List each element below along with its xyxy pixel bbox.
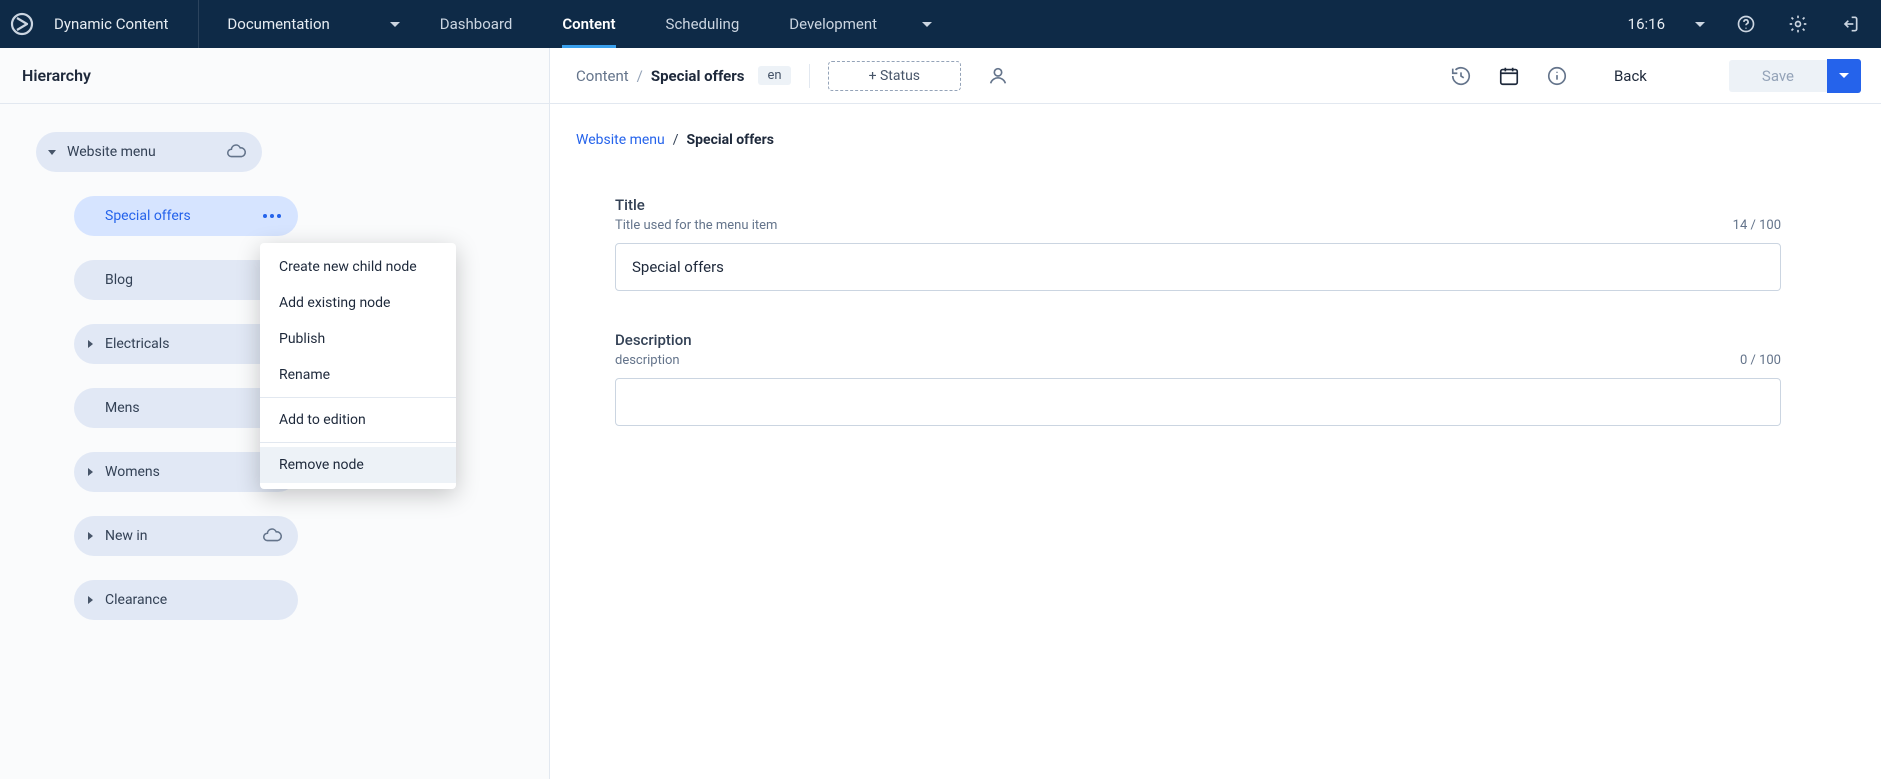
- content-breadcrumb: Website menu / Special offers: [550, 132, 1881, 148]
- content-breadcrumb-current: Special offers: [687, 132, 774, 148]
- form: Title Title used for the menu item 14 / …: [550, 148, 1881, 426]
- sidebar-header: Hierarchy: [0, 48, 549, 104]
- breadcrumb-current: Special offers: [651, 67, 745, 85]
- caret-right-icon[interactable]: [84, 530, 96, 542]
- caret-right-icon[interactable]: [84, 466, 96, 478]
- cloud-icon: [224, 140, 248, 164]
- assignee-icon[interactable]: [987, 65, 1009, 87]
- calendar-icon[interactable]: [1498, 65, 1520, 87]
- description-input[interactable]: [615, 378, 1781, 426]
- context-menu-item[interactable]: Create new child node: [260, 249, 456, 285]
- context-menu-item[interactable]: Publish: [260, 321, 456, 357]
- title-help-row: Title used for the menu item 14 / 100: [615, 218, 1781, 233]
- save-button-group: Save: [1729, 59, 1861, 93]
- node-menu-button[interactable]: [260, 204, 284, 228]
- chevron-down-icon: [390, 22, 400, 27]
- description-help: description: [615, 353, 680, 368]
- description-label: Description: [615, 331, 1781, 349]
- tree-node[interactable]: Clearance: [74, 580, 298, 620]
- context-menu-item[interactable]: Add existing node: [260, 285, 456, 321]
- tab-scheduling[interactable]: Scheduling: [666, 0, 740, 48]
- caret-spacer: [84, 274, 96, 286]
- documentation-label: Documentation: [227, 15, 329, 33]
- tab-dashboard[interactable]: Dashboard: [440, 0, 513, 48]
- description-count: 0 / 100: [1740, 353, 1781, 368]
- title-label: Title: [615, 196, 1781, 214]
- breadcrumb: Content / Special offers: [576, 67, 744, 85]
- context-menu-item[interactable]: Remove node: [260, 447, 456, 483]
- help-icon[interactable]: [1735, 13, 1757, 35]
- context-menu-item[interactable]: Add to edition: [260, 402, 456, 438]
- node-label: Womens: [105, 464, 254, 480]
- nav-tabs: Dashboard Content Scheduling Development: [440, 0, 932, 48]
- tab-content[interactable]: Content: [562, 0, 615, 48]
- divider: [260, 397, 456, 398]
- node-context-menu: Create new child nodeAdd existing nodePu…: [260, 243, 456, 489]
- field-title: Title Title used for the menu item 14 / …: [615, 196, 1781, 291]
- node-label: Website menu: [67, 144, 218, 160]
- chevron-down-icon: [922, 22, 932, 27]
- logout-icon[interactable]: [1839, 13, 1861, 35]
- breadcrumb-parent[interactable]: Content: [576, 67, 629, 85]
- info-icon[interactable]: [1546, 65, 1568, 87]
- description-help-row: description 0 / 100: [615, 353, 1781, 368]
- add-status-button[interactable]: + Status: [828, 61, 961, 91]
- tree-node[interactable]: Special offers: [74, 196, 298, 236]
- brand-logo-icon: [10, 12, 34, 36]
- subheader-right: Back Save: [1450, 59, 1861, 93]
- back-button[interactable]: Back: [1594, 67, 1667, 85]
- tree-node-root[interactable]: Website menu: [36, 132, 262, 172]
- nav-right: 16:16: [1628, 0, 1881, 48]
- node-label: Blog: [105, 272, 254, 288]
- content-subheader: Content / Special offers en + Status Bac…: [550, 48, 1881, 104]
- breadcrumb-separator: /: [637, 67, 643, 85]
- node-label: Electricals: [105, 336, 254, 352]
- save-button[interactable]: Save: [1729, 60, 1827, 92]
- caret-down-icon[interactable]: [46, 146, 58, 158]
- title-help: Title used for the menu item: [615, 218, 777, 233]
- sidebar-title: Hierarchy: [22, 66, 91, 85]
- content-breadcrumb-parent[interactable]: Website menu: [576, 132, 665, 148]
- caret-spacer: [84, 402, 96, 414]
- time-dropdown[interactable]: 16:16: [1628, 15, 1705, 33]
- divider: [809, 64, 810, 88]
- chevron-down-icon: [1839, 73, 1849, 78]
- node-label: Special offers: [105, 208, 252, 224]
- context-menu-item[interactable]: Rename: [260, 357, 456, 393]
- documentation-dropdown[interactable]: Documentation: [199, 0, 427, 48]
- tab-development[interactable]: Development: [789, 0, 932, 48]
- node-label: New in: [105, 528, 254, 544]
- history-icon[interactable]: [1450, 65, 1472, 87]
- chevron-down-icon: [1695, 22, 1705, 27]
- divider: [260, 442, 456, 443]
- field-description: Description description 0 / 100: [615, 331, 1781, 426]
- gear-icon[interactable]: [1787, 13, 1809, 35]
- top-nav: Dynamic Content Documentation Dashboard …: [0, 0, 1881, 48]
- node-label: Mens: [105, 400, 254, 416]
- tree-node[interactable]: New in: [74, 516, 298, 556]
- brand-area: Dynamic Content: [0, 0, 199, 48]
- caret-right-icon[interactable]: [84, 594, 96, 606]
- main-panel: Website menu / Special offers Title Titl…: [550, 104, 1881, 779]
- cloud-icon: [260, 524, 284, 548]
- save-dropdown-button[interactable]: [1827, 59, 1861, 93]
- breadcrumb-separator: /: [673, 132, 679, 148]
- node-label: Clearance: [105, 592, 284, 608]
- caret-spacer: [84, 210, 96, 222]
- title-count: 14 / 100: [1733, 218, 1781, 233]
- title-input[interactable]: [615, 243, 1781, 291]
- caret-right-icon[interactable]: [84, 338, 96, 350]
- brand-name: Dynamic Content: [54, 15, 168, 33]
- time-label: 16:16: [1628, 15, 1665, 33]
- language-chip[interactable]: en: [758, 66, 790, 85]
- development-label: Development: [789, 15, 877, 33]
